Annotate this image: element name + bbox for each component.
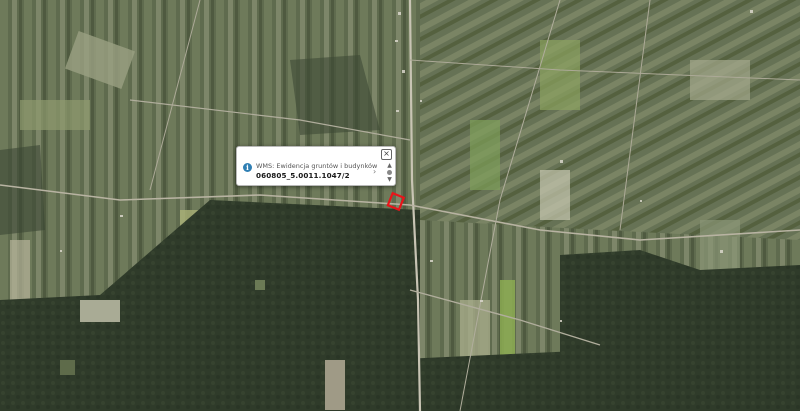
close-icon[interactable]: × <box>381 149 392 160</box>
down-arrow-icon[interactable]: ▼ <box>386 176 393 183</box>
info-icon: i <box>243 163 252 172</box>
satellite-map[interactable]: × i WMS: Ewidencja gruntów i budynków 06… <box>0 0 800 411</box>
layer-title: WMS: Ewidencja gruntów i budynków <box>256 162 378 170</box>
parcel-id: 060805_5.0011.1047/2 <box>256 171 350 180</box>
satellite-imagery <box>0 0 800 411</box>
result-pager: ▲ ▼ <box>386 162 393 183</box>
parcel-info-popup: × i WMS: Ewidencja gruntów i budynków 06… <box>236 146 396 186</box>
pager-dot-icon <box>387 170 392 175</box>
next-result-icon[interactable]: › <box>373 167 376 176</box>
up-arrow-icon[interactable]: ▲ <box>386 162 393 169</box>
